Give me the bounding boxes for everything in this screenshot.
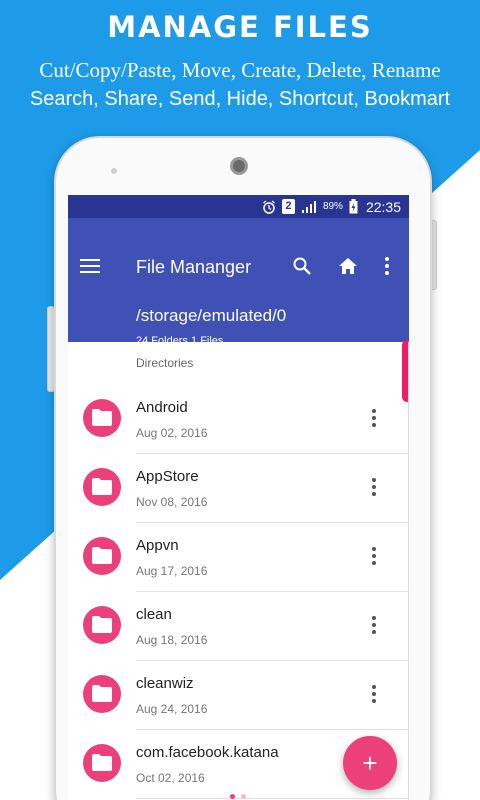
item-name: Appvn [136,537,179,554]
folder-icon [92,754,112,771]
folder-icon [92,409,112,426]
folder-file-count: 24 Folders 1 Files [136,335,224,347]
folder-avatar [83,399,121,437]
folder-avatar [83,468,121,506]
page-indicator [230,794,246,799]
app-bar: File Mananger /storage/emulated/0 24 Fol… [68,218,409,347]
folder-icon [92,478,112,495]
directory-list: Android Aug 02, 2016 AppStore Nov 08, 20… [68,385,409,799]
current-path: /storage/emulated/0 [136,306,287,325]
phone-camera [230,157,248,175]
add-fab-button[interactable]: + [343,736,397,790]
status-time: 22:35 [365,198,401,215]
menu-icon[interactable] [80,259,100,273]
folder-avatar [83,537,121,575]
page-dot-active [230,794,235,799]
item-name: Android [136,399,188,416]
promo-feature-line-2: Search, Share, Send, Hide, Shortcut, Boo… [29,88,451,110]
item-name: AppStore [136,468,199,485]
battery-percent: 89% [322,201,343,212]
search-icon[interactable] [292,256,312,276]
more-vert-icon[interactable] [370,409,378,427]
item-date: Aug 17, 2016 [136,564,208,578]
sim-icon: 2 [281,199,295,214]
app-screen: 2 89% 22:35 File Mananger /storage/emula… [68,195,409,800]
item-name: cleanwiz [136,675,194,692]
list-item[interactable]: Android Aug 02, 2016 [68,385,409,454]
folder-avatar [83,675,121,713]
battery-charging-icon [349,199,358,214]
folder-avatar [83,606,121,644]
status-bar: 2 89% 22:35 [68,195,409,218]
folder-icon [92,616,112,633]
divider [136,798,409,799]
item-date: Aug 02, 2016 [136,426,208,440]
promo-title: MANAGE FILES [107,10,373,44]
item-name: com.facebook.katana [136,744,279,761]
home-icon[interactable] [338,256,358,276]
item-date: Oct 02, 2016 [136,771,205,785]
alarm-icon [263,199,275,214]
item-date: Aug 18, 2016 [136,633,208,647]
more-vert-icon[interactable] [370,547,378,565]
item-date: Aug 24, 2016 [136,702,208,716]
phone-sensor [111,168,117,174]
list-item[interactable]: clean Aug 18, 2016 [68,592,409,661]
more-vert-icon[interactable] [370,685,378,703]
signal-icon [301,200,316,213]
item-date: Nov 08, 2016 [136,495,208,509]
list-item[interactable]: Appvn Aug 17, 2016 [68,523,409,592]
folder-icon [92,547,112,564]
page-dot [241,794,246,799]
app-title: File Mananger [136,257,252,277]
promo-feature-line-1: Cut/Copy/Paste, Move, Create, Delete, Re… [39,58,441,82]
list-item[interactable]: cleanwiz Aug 24, 2016 [68,661,409,730]
item-name: clean [136,606,172,623]
section-header-directories: Directories [136,356,194,370]
more-vert-icon[interactable] [370,478,378,496]
more-vert-icon[interactable] [384,256,390,276]
list-item[interactable]: AppStore Nov 08, 2016 [68,454,409,523]
more-vert-icon[interactable] [370,616,378,634]
folder-avatar [83,744,121,782]
folder-icon [92,685,112,702]
